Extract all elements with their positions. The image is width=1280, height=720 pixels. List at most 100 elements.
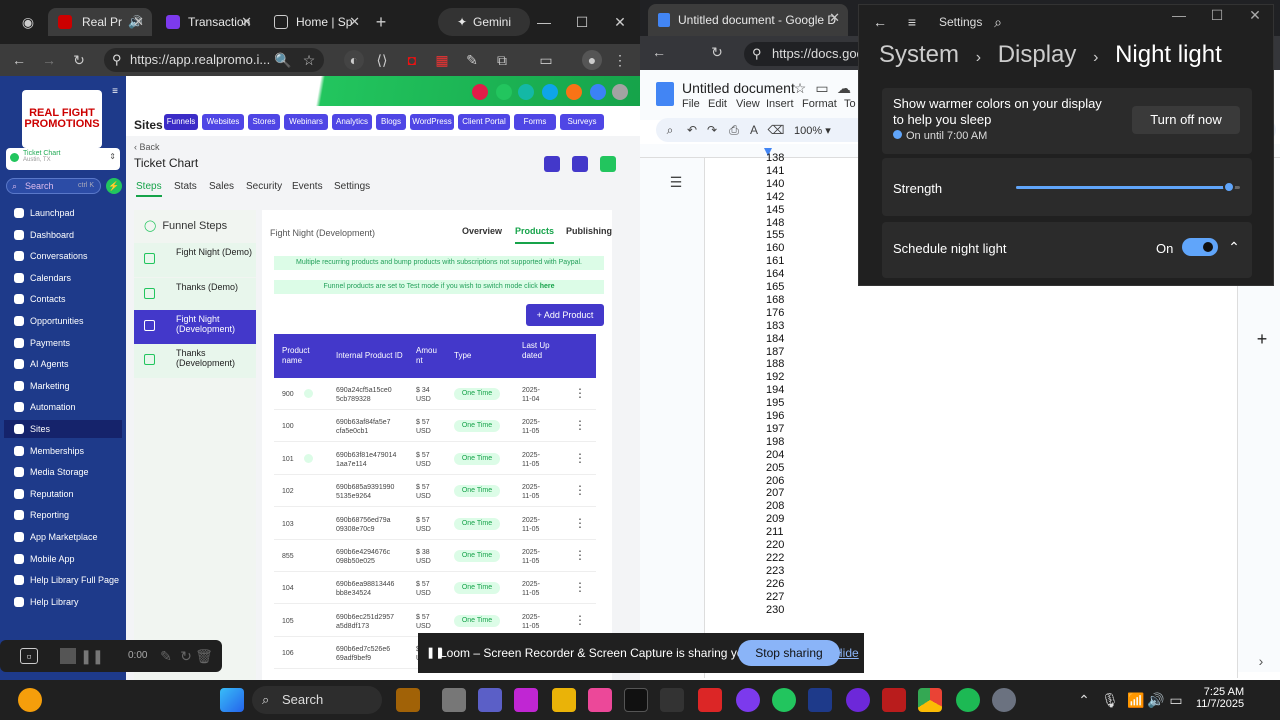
trash-icon[interactable]: 🗑 <box>195 648 213 664</box>
restart-icon[interactable]: ↻ <box>178 648 194 664</box>
step-item[interactable]: Fight Night (Development) <box>134 310 256 344</box>
sidebar-item-mobile-app[interactable]: Mobile App <box>12 550 120 568</box>
kebab-menu-icon[interactable]: ⋮ <box>574 386 586 400</box>
turn-off-now-button[interactable]: Turn off now <box>1132 106 1240 134</box>
settings-gear-icon[interactable] <box>600 156 616 172</box>
sidebar-item-opportunities[interactable]: Opportunities <box>12 312 120 330</box>
site-info-icon[interactable]: ⚲ <box>752 42 762 66</box>
back-link[interactable]: ‹ Back <box>134 142 160 152</box>
taskbar-app-copilot-icon[interactable] <box>396 688 420 712</box>
undo-icon[interactable]: ↶ <box>684 122 700 138</box>
reload-icon[interactable]: ↻ <box>708 42 726 62</box>
sidebar-item-ai-agents[interactable]: AI Agents <box>12 355 120 373</box>
step-tab-publishing[interactable]: Publishing <box>566 226 612 236</box>
subnav-wordpress[interactable]: WordPress <box>410 114 454 130</box>
tray-chevron-up-icon[interactable]: ⌃ <box>1076 690 1092 710</box>
battery-icon[interactable]: ▭ <box>1168 690 1184 710</box>
kebab-menu-icon[interactable]: ⋮ <box>574 418 586 432</box>
sidebar-item-reputation[interactable]: Reputation <box>12 485 120 503</box>
draw-icon[interactable]: ✎ <box>158 648 174 664</box>
sidebar-search[interactable]: ⌕ Search ctrl K <box>6 178 101 194</box>
whatsapp-icon[interactable] <box>772 688 796 712</box>
support-icon[interactable] <box>472 84 488 100</box>
breadcrumb-system[interactable]: System <box>879 41 959 68</box>
microphone-icon[interactable]: 🎙 <box>1101 690 1119 710</box>
add-icon[interactable]: + <box>1254 329 1270 349</box>
back-icon[interactable]: ← <box>650 42 668 62</box>
start-windows-icon[interactable] <box>220 688 244 712</box>
kebab-menu-icon[interactable]: ⋮ <box>574 613 586 627</box>
help-badge-icon[interactable] <box>304 453 313 463</box>
step-item[interactable]: Thanks (Development) <box>134 344 256 378</box>
tab-steps[interactable]: Steps <box>136 181 162 197</box>
menu-format[interactable]: Format <box>802 98 837 110</box>
close-icon[interactable]: ✕ <box>829 10 840 26</box>
chat-icon[interactable] <box>518 84 534 100</box>
photos-icon[interactable] <box>588 688 612 712</box>
zoom-icon[interactable]: 🔍 <box>274 50 292 70</box>
volume-icon[interactable]: 🔊 <box>1147 690 1164 710</box>
close-icon[interactable]: ✕ <box>241 14 252 30</box>
step-tab-overview[interactable]: Overview <box>462 226 502 236</box>
bookmark-star-icon[interactable]: ☆ <box>300 50 318 70</box>
chevron-right-icon[interactable]: › <box>1254 653 1268 669</box>
tab-sales[interactable]: Sales <box>209 181 234 192</box>
docs-logo-icon[interactable] <box>656 82 674 106</box>
cloud-status-icon[interactable]: ☁ <box>836 80 852 96</box>
subnav-client-portal[interactable]: Client Portal <box>458 114 510 130</box>
tab-security[interactable]: Security <box>246 181 282 192</box>
table-row[interactable]: 103 690b68756ed79a 09308e70c9 $ 57 USD One … <box>274 507 596 540</box>
step-item[interactable]: Thanks (Demo) <box>134 278 256 312</box>
stop-icon[interactable] <box>60 648 76 664</box>
menu-file[interactable]: File <box>682 98 700 110</box>
kebab-menu-icon[interactable]: ⋮ <box>574 451 586 465</box>
camera-icon[interactable]: ▫ <box>20 648 38 664</box>
redo-icon[interactable]: ↷ <box>704 122 720 138</box>
minimize-icon[interactable]: — <box>536 12 552 32</box>
table-row[interactable]: 900 690a24cf5a15ce0 5cb789328 $ 34 USD One … <box>274 378 596 410</box>
sidebar-item-conversations[interactable]: Conversations <box>12 247 120 265</box>
clock[interactable]: 7:25 AM 11/7/2025 <box>1196 686 1244 710</box>
close-icon[interactable]: ✕ <box>349 14 360 30</box>
close-window-icon[interactable]: ✕ <box>612 12 628 32</box>
proton-vpn-icon[interactable] <box>736 688 760 712</box>
subnav-stores[interactable]: Stores <box>248 114 280 130</box>
minimize-icon[interactable]: — <box>1171 7 1187 23</box>
gemini-button[interactable]: ✦ Gemini <box>438 8 530 36</box>
sidebar-item-help-library-full-page[interactable]: Help Library Full Page <box>12 571 120 589</box>
sidebar-item-sites[interactable]: Sites <box>4 420 122 438</box>
paint-format-icon[interactable]: ⌫ <box>768 122 785 138</box>
print-icon[interactable]: ⎙ <box>726 122 742 138</box>
cast-icon[interactable]: ▭ <box>536 50 556 70</box>
tab-transaction[interactable]: Transaction ✕ <box>156 8 260 36</box>
extension-red-icon[interactable]: ▦ <box>432 50 452 70</box>
kebab-menu-icon[interactable]: ⋮ <box>574 548 586 562</box>
maximize-icon[interactable]: ☐ <box>1209 7 1225 23</box>
schedule-toggle[interactable] <box>1182 238 1218 256</box>
subnav-surveys[interactable]: Surveys <box>560 114 604 130</box>
tab-google-doc[interactable]: Untitled document - Google D ✕ <box>648 4 848 36</box>
copy-icon[interactable] <box>572 156 588 172</box>
kebab-menu-icon[interactable]: ⋮ <box>574 516 586 530</box>
spellcheck-icon[interactable]: A <box>746 122 762 138</box>
phone-icon[interactable] <box>496 84 512 100</box>
table-row[interactable]: 100 690b63af84fa5e7 cfa5e0cb1 $ 57 USD One … <box>274 410 596 443</box>
close-icon[interactable]: ✕ <box>133 14 144 30</box>
chevron-up-icon[interactable]: ⌃ <box>1226 238 1242 256</box>
tab-events[interactable]: Events <box>292 181 323 192</box>
subnav-blogs[interactable]: Blogs <box>376 114 406 130</box>
sidebar-item-payments[interactable]: Payments <box>12 334 120 352</box>
forward-icon[interactable]: → <box>40 50 58 70</box>
megaphone-icon[interactable] <box>542 84 558 100</box>
tab-stats[interactable]: Stats <box>174 181 197 192</box>
sidebar-item-help-library[interactable]: Help Library <box>12 593 120 611</box>
outline-icon[interactable]: ☰ <box>668 174 684 190</box>
quick-action-icon[interactable]: ⚡ <box>106 178 122 194</box>
collapse-menu-icon[interactable]: ≡ <box>108 84 122 98</box>
acrobat-icon[interactable] <box>882 688 906 712</box>
search-menus-icon[interactable]: ⌕ <box>662 122 678 138</box>
help-badge-icon[interactable] <box>304 389 313 398</box>
menu-edit[interactable]: Edit <box>708 98 727 110</box>
sidebar-item-app-marketplace[interactable]: App Marketplace <box>12 528 120 546</box>
taskbar-search[interactable]: ⌕ Search <box>252 686 382 714</box>
